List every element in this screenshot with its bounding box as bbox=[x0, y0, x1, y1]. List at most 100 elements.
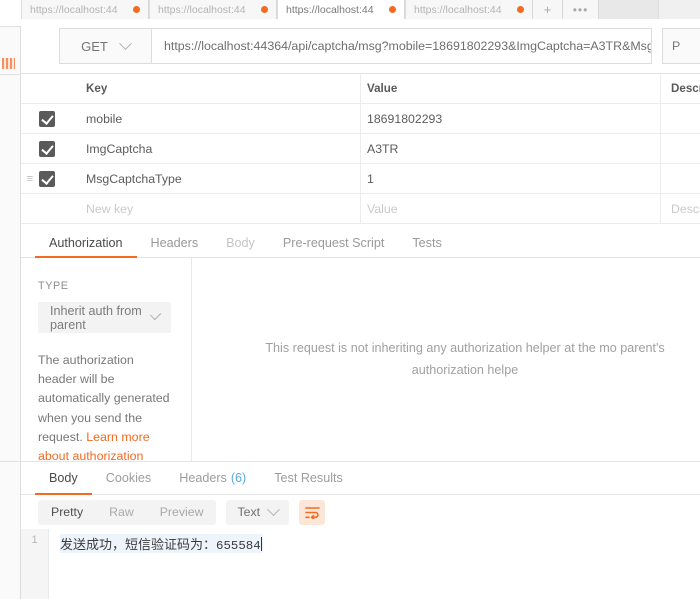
unsaved-dot-icon bbox=[517, 6, 524, 13]
table-row[interactable]: ImgCaptcha A3TR bbox=[21, 134, 700, 164]
word-wrap-toggle-button[interactable] bbox=[299, 499, 326, 525]
unsaved-dot-icon bbox=[133, 6, 140, 13]
tab-tests[interactable]: Tests bbox=[398, 229, 455, 257]
auth-help-text: The authorization header will be automat… bbox=[38, 351, 171, 466]
tab-response-cookies-label: Cookies bbox=[105, 471, 152, 485]
param-value-cell[interactable]: A3TR bbox=[360, 134, 660, 163]
auth-inherit-message: This request is not inheriting any autho… bbox=[265, 341, 665, 377]
text-caret bbox=[260, 537, 262, 551]
http-method-dropdown[interactable]: GET bbox=[59, 28, 151, 64]
table-row[interactable]: ≡ MsgCaptchaType 1 bbox=[21, 164, 700, 194]
response-body-viewer: 1 发送成功，短信验证码为：655584 bbox=[21, 529, 700, 599]
request-tab-active[interactable]: https://localhost:44 bbox=[277, 0, 405, 19]
column-header-key: Key bbox=[86, 82, 108, 95]
auth-info-column: This request is not inheriting any autho… bbox=[192, 258, 700, 461]
response-body-text: 发送成功，短信验证码为： bbox=[60, 537, 217, 552]
request-tab-strip: https://localhost:44 https://localhost:4… bbox=[21, 0, 700, 19]
new-tab-button[interactable]: + bbox=[533, 0, 563, 19]
tab-response-headers-label: Headers bbox=[179, 471, 227, 485]
param-description-cell[interactable] bbox=[660, 164, 700, 193]
tab-body[interactable]: Body bbox=[212, 229, 269, 257]
params-table: Key Value Descrip mobile 18691802293 Img… bbox=[21, 74, 700, 229]
row-checkbox-cell[interactable] bbox=[39, 170, 64, 187]
tab-response-body[interactable]: Body bbox=[35, 462, 92, 495]
tab-headers[interactable]: Headers bbox=[137, 229, 213, 257]
tab-response-cookies[interactable]: Cookies bbox=[92, 462, 166, 494]
checkbox-checked-icon[interactable] bbox=[39, 110, 55, 127]
response-format-toolbar: Pretty Raw Preview Text bbox=[21, 495, 700, 529]
send-button-label: P bbox=[672, 39, 681, 53]
view-mode-pretty[interactable]: Pretty bbox=[38, 500, 96, 525]
response-body-content[interactable]: 发送成功，短信验证码为：655584 bbox=[49, 529, 700, 599]
request-tab[interactable]: https://localhost:44 bbox=[149, 0, 277, 19]
line-number: 1 bbox=[31, 534, 38, 546]
response-tabs: Body Cookies Headers (6) Test Results bbox=[21, 462, 700, 495]
checkbox-checked-icon[interactable] bbox=[39, 140, 55, 157]
rail-divider bbox=[0, 74, 21, 75]
param-key-cell[interactable]: mobile bbox=[64, 112, 360, 126]
url-input[interactable]: https://localhost:44364/api/captcha/msg?… bbox=[151, 28, 652, 64]
param-value-cell[interactable]: 1 bbox=[360, 164, 660, 193]
tab-response-headers[interactable]: Headers (6) bbox=[165, 462, 260, 494]
tab-test-results-label: Test Results bbox=[274, 471, 343, 485]
request-tab-label: https://localhost:44 bbox=[414, 3, 502, 16]
chevron-down-icon bbox=[267, 502, 280, 516]
send-button[interactable]: P bbox=[662, 28, 700, 64]
param-key-cell[interactable]: ImgCaptcha bbox=[64, 142, 360, 156]
drag-handle-icon[interactable]: ≡ bbox=[21, 173, 39, 185]
chevron-down-icon bbox=[118, 36, 132, 50]
auth-type-dropdown[interactable]: Inherit auth from parent bbox=[38, 302, 171, 333]
new-value-input[interactable]: Value bbox=[360, 194, 660, 223]
new-key-input[interactable]: New key bbox=[64, 202, 360, 216]
response-panel: Body Cookies Headers (6) Test Results Pr… bbox=[21, 461, 700, 599]
tab-strip-filler bbox=[599, 0, 658, 19]
response-format-value: Text bbox=[237, 505, 261, 519]
auth-type-label: TYPE bbox=[38, 280, 69, 292]
postman-window: https://localhost:44 https://localhost:4… bbox=[0, 0, 700, 599]
new-param-row[interactable]: New key Value Descr bbox=[21, 194, 700, 224]
tab-strip-end-button[interactable] bbox=[658, 0, 700, 19]
param-description-cell[interactable] bbox=[660, 134, 700, 163]
request-tab[interactable]: https://localhost:44 bbox=[21, 0, 149, 19]
rail-divider bbox=[0, 461, 21, 462]
http-method-label: GET bbox=[81, 38, 108, 54]
request-tab-label: https://localhost:44 bbox=[30, 3, 118, 16]
param-key-cell[interactable]: MsgCaptchaType bbox=[64, 172, 360, 186]
rail-top-segment bbox=[0, 0, 21, 27]
request-tab-label: https://localhost:44 bbox=[286, 3, 374, 16]
auth-type-column: TYPE Inherit auth from parent The author… bbox=[21, 258, 192, 463]
table-row[interactable]: mobile 18691802293 bbox=[21, 104, 700, 134]
authorization-panel: TYPE Inherit auth from parent The author… bbox=[21, 258, 700, 463]
word-wrap-icon bbox=[304, 506, 320, 519]
view-mode-preview[interactable]: Preview bbox=[147, 500, 217, 525]
auth-type-value: Inherit auth from parent bbox=[50, 303, 142, 332]
unsaved-dot-icon bbox=[261, 6, 268, 13]
unsaved-dot-icon bbox=[389, 6, 396, 13]
view-mode-segmented-control: Pretty Raw Preview bbox=[38, 499, 217, 525]
line-number-gutter: 1 bbox=[21, 529, 49, 599]
tab-response-body-label: Body bbox=[49, 471, 78, 485]
response-verification-code: 655584 bbox=[216, 539, 261, 553]
tab-test-results[interactable]: Test Results bbox=[260, 462, 357, 494]
request-tab-label: https://localhost:44 bbox=[158, 3, 246, 16]
response-body-line: 发送成功，短信验证码为：655584 bbox=[60, 534, 263, 553]
request-detail-tabs: Authorization Headers Body Pre-request S… bbox=[21, 229, 700, 258]
left-sidebar-rail bbox=[0, 0, 21, 599]
new-description-input[interactable]: Descr bbox=[660, 194, 700, 223]
tab-overflow-menu-icon[interactable]: ••• bbox=[563, 0, 599, 19]
response-format-dropdown[interactable]: Text bbox=[226, 499, 290, 525]
view-mode-raw[interactable]: Raw bbox=[96, 500, 147, 525]
headers-count-badge: (6) bbox=[230, 471, 247, 485]
checkbox-checked-icon[interactable] bbox=[39, 170, 55, 187]
tab-pre-request-script[interactable]: Pre-request Script bbox=[269, 229, 399, 257]
row-checkbox-cell[interactable] bbox=[39, 110, 64, 127]
param-value-cell[interactable]: 18691802293 bbox=[360, 104, 660, 133]
rail-orange-marker bbox=[2, 58, 15, 69]
params-table-header: Key Value Descrip bbox=[21, 74, 700, 104]
column-header-description: Descrip bbox=[660, 74, 700, 103]
request-tab[interactable]: https://localhost:44 bbox=[405, 0, 533, 19]
tab-authorization[interactable]: Authorization bbox=[35, 229, 137, 258]
row-checkbox-cell[interactable] bbox=[39, 140, 64, 157]
url-text: https://localhost:44364/api/captcha/msg?… bbox=[164, 39, 652, 53]
param-description-cell[interactable] bbox=[660, 104, 700, 133]
